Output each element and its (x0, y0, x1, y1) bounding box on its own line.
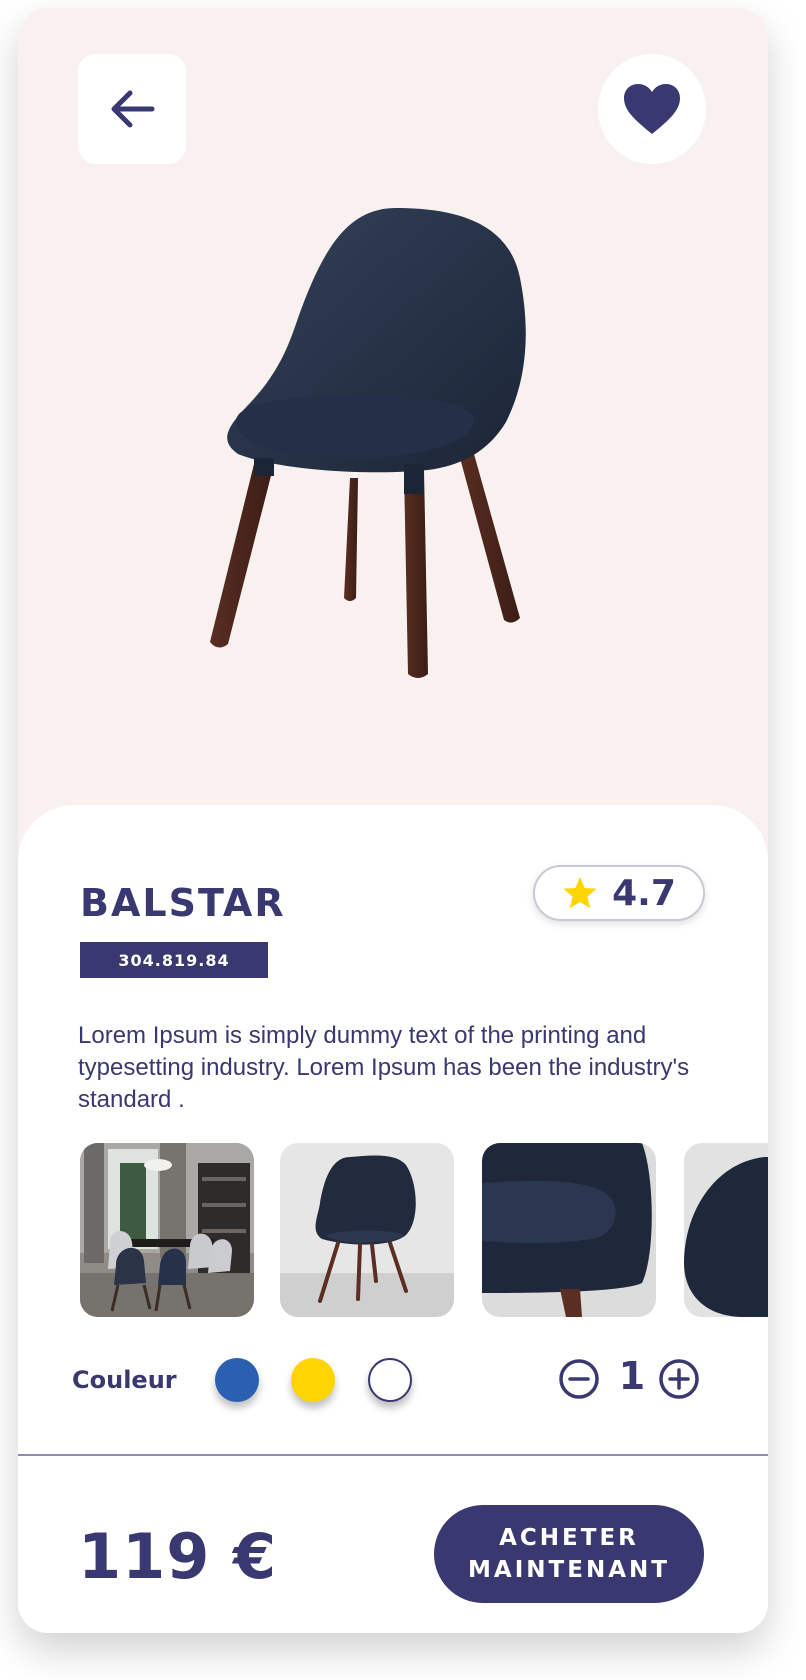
star-icon (563, 877, 597, 909)
divider (18, 1454, 768, 1456)
color-swatch-yellow[interactable] (291, 1358, 335, 1402)
options-row: Couleur 1 (18, 1340, 768, 1420)
product-sku: 304.819.84 (80, 942, 268, 978)
gallery-thumb[interactable] (684, 1143, 768, 1317)
thumbnail-image (482, 1143, 656, 1317)
color-label: Couleur (72, 1366, 177, 1394)
product-name: BALSTAR (80, 881, 286, 925)
thumbnail-image (684, 1143, 768, 1317)
color-swatch-white[interactable] (368, 1358, 412, 1402)
favorite-button[interactable] (598, 54, 706, 164)
quantity-stepper: 1 (558, 1350, 718, 1410)
minus-circle-icon[interactable] (558, 1358, 600, 1400)
gallery-thumb[interactable] (482, 1143, 656, 1317)
back-button[interactable] (78, 54, 186, 164)
product-hero (18, 8, 768, 868)
product-details: BALSTAR 304.819.84 4.7 Lorem Ipsum is si… (18, 805, 768, 1633)
product-image (210, 208, 526, 678)
gallery-thumb[interactable] (80, 1143, 254, 1317)
product-card: BALSTAR 304.819.84 4.7 Lorem Ipsum is si… (18, 8, 768, 1633)
rating-badge: 4.7 (533, 865, 705, 921)
image-gallery[interactable] (80, 1143, 768, 1319)
gallery-thumb[interactable] (280, 1143, 454, 1317)
product-description: Lorem Ipsum is simply dummy text of the … (78, 1022, 690, 1113)
heart-icon (624, 84, 680, 134)
plus-circle-icon[interactable] (658, 1358, 700, 1400)
rating-value: 4.7 (612, 872, 676, 914)
buy-now-button[interactable]: ACHETER MAINTENANT (434, 1505, 704, 1603)
thumbnail-image (80, 1143, 254, 1317)
arrow-left-icon (111, 90, 155, 128)
product-price: 119 € (78, 1520, 278, 1593)
color-swatch-blue[interactable] (215, 1358, 259, 1402)
thumbnail-image (280, 1143, 454, 1317)
quantity-value: 1 (618, 1354, 646, 1398)
